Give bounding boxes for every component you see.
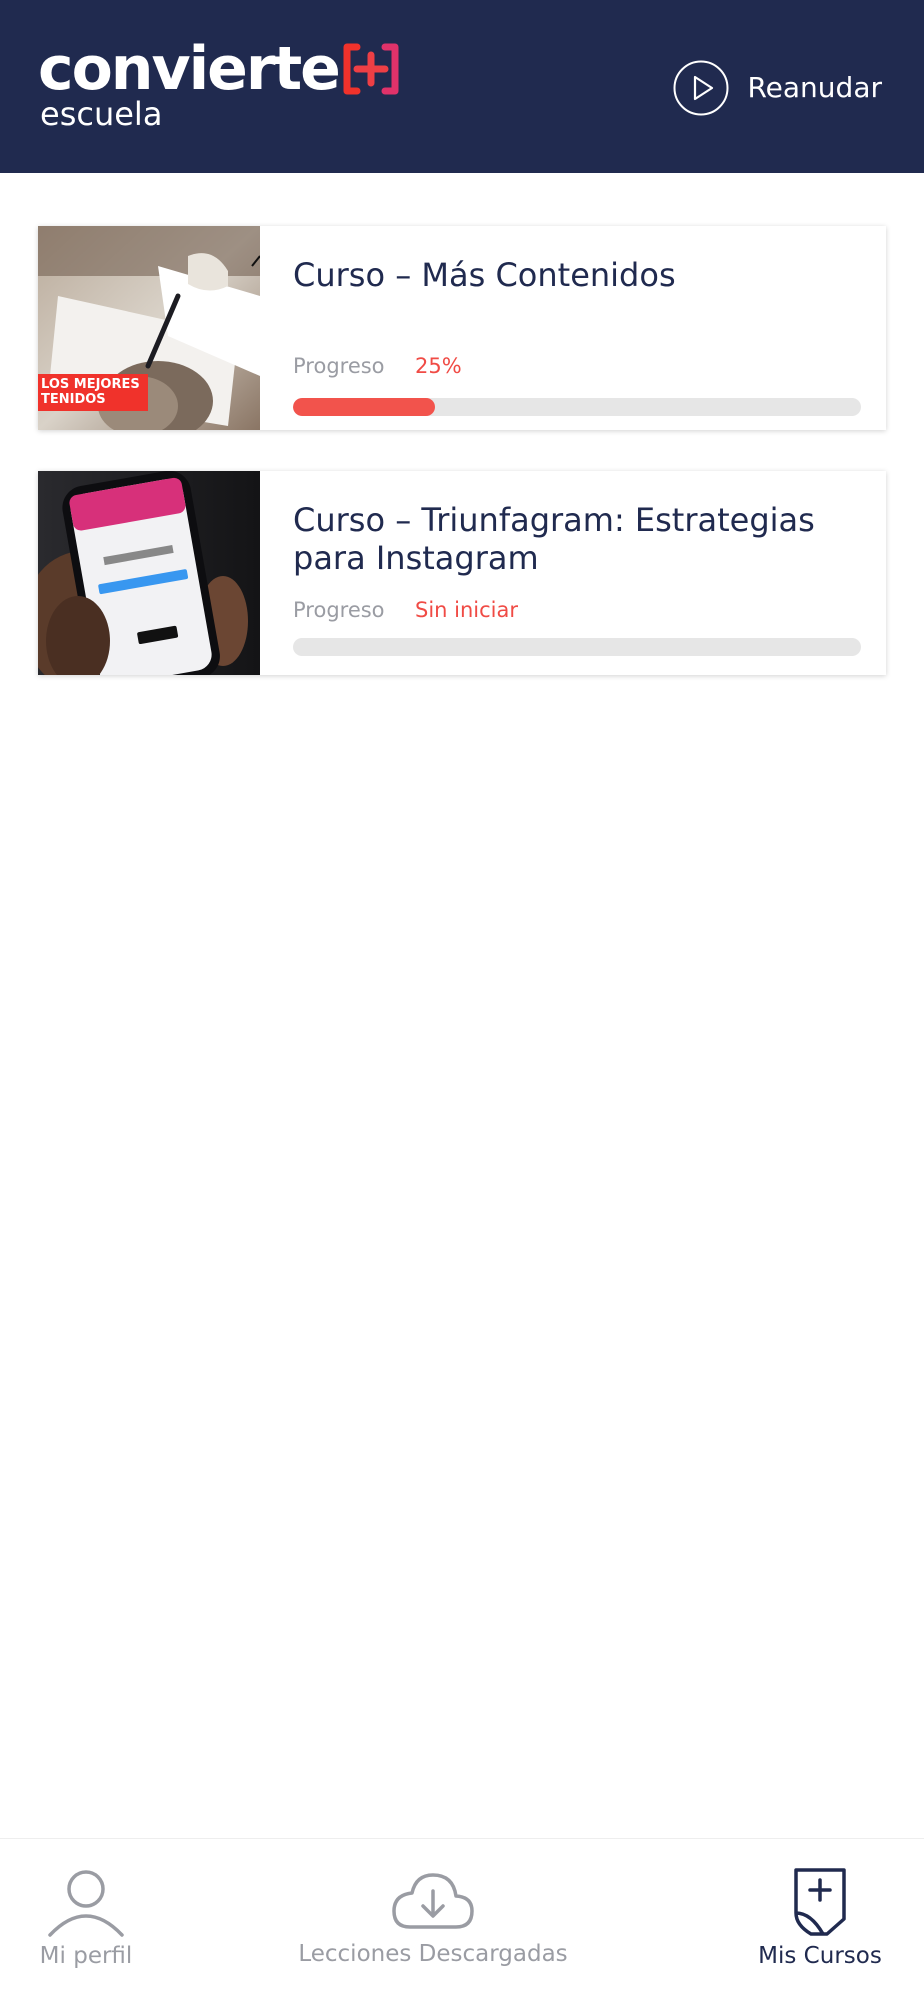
thumbnail-badge: LOS MEJORES TENIDOS [38,374,148,411]
resume-label: Reanudar [747,71,882,104]
app-header: convierte escuela Reanudar [0,0,924,173]
resume-button[interactable]: Reanudar [673,60,882,116]
play-circle-icon [673,60,729,116]
course-card[interactable]: LOS MEJORES TENIDOS Curso – Más Contenid… [38,226,886,430]
nav-label: Mi perfil [39,1943,133,1969]
thumbnail-badge-text: LOS MEJORES TENIDOS [41,377,140,407]
nav-label: Lecciones Descargadas [298,1941,568,1967]
progress-label: Progreso [293,354,385,378]
progress-bar [293,638,861,656]
course-list: LOS MEJORES TENIDOS Curso – Más Contenid… [38,226,886,716]
progress-label: Progreso [293,598,385,622]
nav-item-lecciones-descargadas[interactable]: Lecciones Descargadas [290,1869,576,1967]
logo-subtitle: escuela [40,95,163,133]
document-plus-icon [794,1868,846,1936]
nav-label: Mis Cursos [758,1943,882,1969]
progress-value: 25% [415,354,462,378]
user-icon [48,1870,124,1937]
course-title: Curso – Triunfagram: Estrategias para In… [293,501,815,577]
course-thumbnail [38,471,260,675]
progress-bar [293,398,861,416]
nav-item-mi-perfil[interactable]: Mi perfil [28,1869,144,1969]
cloud-download-icon [392,1873,474,1929]
course-thumbnail: LOS MEJORES TENIDOS [38,226,260,430]
nav-item-mis-cursos[interactable]: Mis Cursos [750,1867,890,1969]
course-card[interactable]: Curso – Triunfagram: Estrategias para In… [38,471,886,675]
app-logo: convierte escuela [38,34,399,132]
logo-wordmark: convierte [38,34,341,104]
progress-value: Sin iniciar [415,598,519,622]
bottom-navigation: Mi perfil Lecciones Descargadas Mis Curs… [0,1838,924,2001]
progress-bar-fill [293,398,435,416]
plus-bracket-icon [343,43,399,95]
course-title: Curso – Más Contenidos [293,256,676,294]
phone-photo-thumbnail [38,471,260,675]
